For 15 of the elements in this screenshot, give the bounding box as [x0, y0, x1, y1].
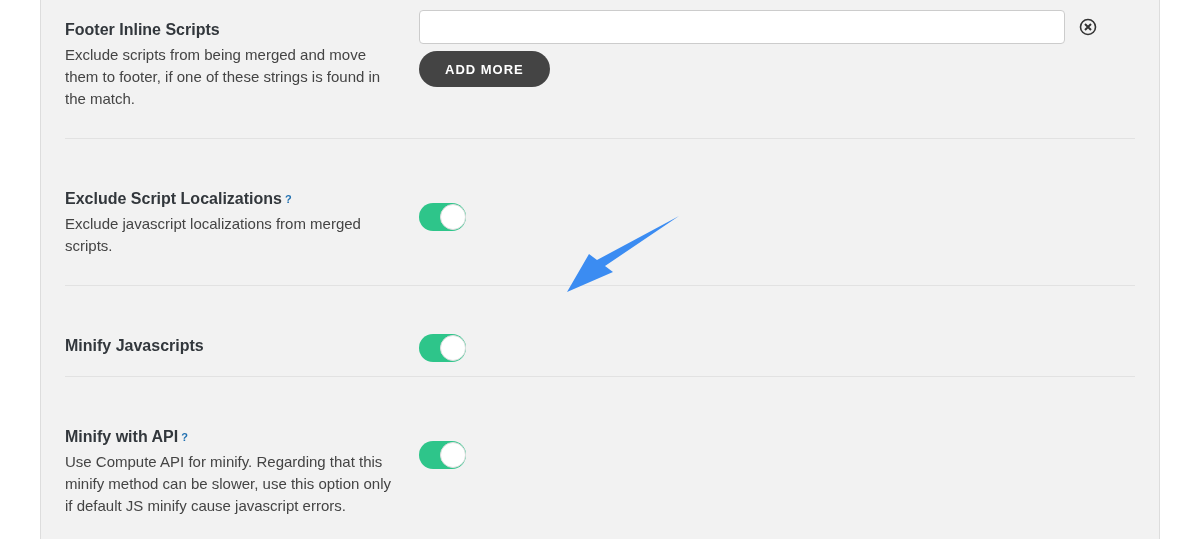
toggle-switch[interactable]: [419, 203, 466, 231]
remove-icon[interactable]: [1079, 18, 1097, 36]
setting-title: Footer Inline Scripts: [65, 21, 220, 38]
toggle-switch[interactable]: [419, 334, 466, 362]
help-link[interactable]: ?: [181, 431, 188, 443]
toggle-switch[interactable]: [419, 441, 466, 469]
add-more-button[interactable]: ADD MORE: [419, 51, 550, 87]
input-field[interactable]: [419, 10, 1065, 44]
setting-description: Exclude javascript localizations from merged scripts.: [65, 214, 362, 256]
setting-description: Exclude scripts from being merged and move them to footer, if one of these strings is found in the match.: [65, 45, 382, 109]
setting-description: Use Compute API for minify. Regarding that this minify method can be slower, use this option only if default JS minify cause javascript errors.: [65, 452, 392, 516]
setting-title: Minify with API: [65, 428, 179, 445]
help-link[interactable]: ?: [284, 193, 292, 205]
setting-title: Exclude Script Localizations: [65, 190, 282, 207]
setting-title: Minify Javascripts: [65, 337, 204, 354]
